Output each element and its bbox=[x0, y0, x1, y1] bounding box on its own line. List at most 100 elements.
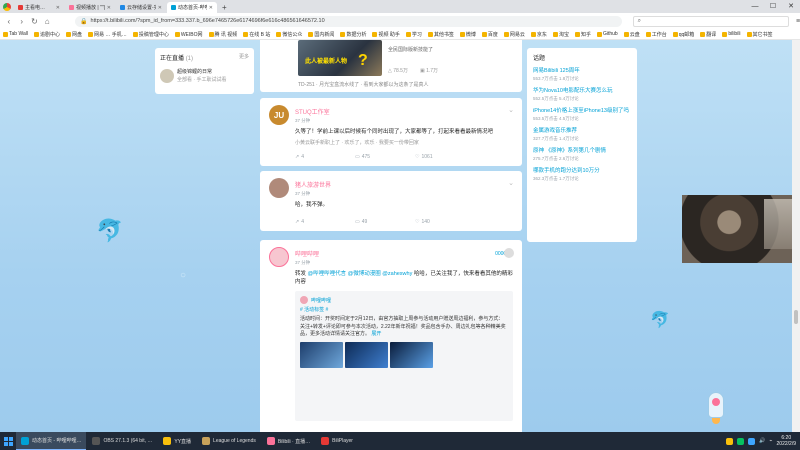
bookmark-item[interactable]: 投稿管理中心 bbox=[132, 31, 169, 38]
bookmark-item[interactable]: qq邮箱 bbox=[672, 31, 694, 38]
taskbar-app[interactable]: Bilibili · 直播… bbox=[262, 432, 315, 450]
bookmark-item[interactable]: 云盘 bbox=[623, 31, 640, 38]
menu-icon[interactable]: ≡ bbox=[796, 18, 800, 25]
tray-app-icon[interactable] bbox=[748, 437, 756, 445]
avatar[interactable] bbox=[269, 178, 289, 198]
new-tab-button[interactable]: + bbox=[218, 2, 231, 13]
bookmark-item[interactable]: 追剧中心 bbox=[34, 31, 60, 38]
taskbar-app[interactable]: BiliPlayer bbox=[316, 432, 358, 450]
bookmark-item[interactable]: 知乎 bbox=[574, 31, 591, 38]
close-window-button[interactable]: ✕ bbox=[782, 0, 800, 13]
bookmark-item[interactable]: Github bbox=[596, 31, 618, 37]
bookmark-item[interactable]: Tab Wall bbox=[3, 31, 28, 37]
share-button[interactable]: ↗ 4 bbox=[295, 154, 355, 160]
bookmark-item[interactable]: 工作台 bbox=[645, 31, 667, 38]
topic-item[interactable]: iPhone14价格上涨至iPhone13级别了吗 553.5万点击 4.5万讨论 bbox=[533, 108, 631, 122]
bookmark-item[interactable]: 其它书签 bbox=[746, 31, 773, 38]
author-name[interactable]: 哔哩哔哩 bbox=[295, 249, 319, 258]
topic-item[interactable]: 网易Bilibili 125周年 553.7万点击 1.8万讨论 bbox=[533, 68, 631, 82]
bookmark-item[interactable]: 国内新闻 bbox=[308, 31, 334, 38]
bookmark-item[interactable]: 京东 bbox=[530, 31, 547, 38]
back-icon[interactable]: ‹ bbox=[4, 17, 14, 26]
gallery-image[interactable] bbox=[390, 341, 433, 368]
bookmark-item[interactable]: 学习 bbox=[405, 31, 422, 38]
bookmark-item[interactable]: 百度 bbox=[481, 31, 498, 38]
like-button[interactable]: ♡ 140 bbox=[415, 219, 475, 225]
bookmark-item[interactable]: WEIBO网 bbox=[174, 31, 203, 38]
start-button[interactable] bbox=[0, 432, 16, 450]
thumbnail-caption: 此人被最新人物 bbox=[305, 59, 348, 65]
like-button[interactable]: ♡ 1061 bbox=[415, 154, 475, 160]
bookmark-item[interactable]: 网盘 bbox=[66, 31, 82, 38]
share-button[interactable]: ↗ 4 bbox=[295, 219, 355, 225]
toolbar-search-input[interactable]: ⌕ bbox=[632, 15, 789, 27]
live-item[interactable]: 超级锦鲤的日常 全部看 · 手工耿试试看 bbox=[160, 68, 249, 83]
reload-icon[interactable]: ↻ bbox=[30, 17, 40, 26]
topic-item[interactable]: 原神 《原神》系列第几个剧情 275.7万点击 2.6万讨论 bbox=[533, 148, 631, 162]
back-to-top-rocket-icon[interactable] bbox=[700, 390, 732, 424]
page-scrollbar[interactable] bbox=[792, 40, 800, 432]
repost-author[interactable]: 哔哩哔哩 bbox=[311, 297, 331, 304]
browser-tab[interactable]: 主看电… ✕ bbox=[14, 2, 64, 13]
more-options-icon[interactable]: ⌄ bbox=[508, 106, 514, 114]
bookmark-icon bbox=[746, 31, 752, 37]
gallery-image[interactable] bbox=[345, 341, 388, 368]
bookmark-item[interactable]: 其他书签 bbox=[427, 31, 454, 38]
reposted-content[interactable]: 哔哩哔哩 # 活动标签 # 活动时间：开奖时间定于2月12日，由官方抽取上周参与… bbox=[295, 291, 513, 421]
author-name[interactable]: 猪人旅游世界 bbox=[295, 180, 331, 189]
close-tab-icon[interactable]: ✕ bbox=[56, 5, 60, 11]
home-icon[interactable]: ⌂ bbox=[42, 17, 52, 26]
bookmark-item[interactable]: 视频 助手 bbox=[372, 31, 400, 38]
taskbar-app[interactable]: OBS 27.1.3 (64 bit, … bbox=[87, 432, 157, 450]
topic-item[interactable]: 华为Nova10电影配乐大赛怎么玩 552.5万点击 5.4万讨论 bbox=[533, 88, 631, 102]
volume-icon[interactable]: 🔊 bbox=[759, 438, 765, 444]
bookmark-item[interactable]: 数据分析 bbox=[340, 31, 366, 38]
feed-card: JU STUQ工作室 37 分钟 ⌄ 久等了！学前上课以后时候有个同时出现了，大… bbox=[260, 98, 522, 166]
tab-favicon bbox=[69, 5, 74, 10]
video-description[interactable]: 全民国际版新技能了 bbox=[388, 46, 433, 53]
expand-link[interactable]: 展开 bbox=[371, 331, 381, 337]
forward-icon[interactable]: › bbox=[17, 17, 27, 26]
minimize-button[interactable]: — bbox=[746, 0, 764, 13]
bookmark-item[interactable]: 淘宝 bbox=[552, 31, 569, 38]
live-more-link[interactable]: 更多 bbox=[239, 53, 249, 62]
topic-item[interactable]: 金属游戏音乐推荐 327.7万点击 1.4万讨论 bbox=[533, 128, 631, 142]
mention-link[interactable]: @哔哩哔哩代言 bbox=[308, 271, 347, 277]
address-bar[interactable]: 🔒 https://t.bilibili.com/?spm_id_from=33… bbox=[75, 15, 622, 27]
taskbar-app[interactable]: 动态首页 - 哔哩哔哩… bbox=[16, 432, 87, 450]
bookmark-item[interactable]: 网易 … 手机… bbox=[88, 31, 127, 38]
close-tab-icon[interactable]: ✕ bbox=[209, 5, 213, 11]
more-options-icon[interactable]: ⌄ bbox=[508, 179, 514, 187]
browser-tab[interactable]: 云存储设置-实时打印_自动…✕ bbox=[116, 2, 166, 13]
author-name[interactable]: STUQ工作室 bbox=[295, 107, 330, 116]
taskbar-app[interactable]: League of Legends bbox=[197, 432, 261, 450]
mention-link[interactable]: @微博动漫圈 bbox=[348, 271, 381, 277]
maximize-button[interactable]: ☐ bbox=[764, 0, 782, 13]
bookmark-item[interactable]: 网易云 bbox=[503, 31, 525, 38]
bookmark-item[interactable]: 在线 B 站 bbox=[243, 31, 270, 38]
comment-button[interactable]: ▭ 475 bbox=[355, 154, 415, 160]
gallery-image[interactable] bbox=[300, 341, 343, 368]
tray-app-icon[interactable] bbox=[726, 437, 734, 445]
bookmark-item[interactable]: bilibili bbox=[722, 31, 741, 37]
clock[interactable]: 6:20 2022/2/9 bbox=[777, 435, 796, 447]
network-icon[interactable]: ⌁ bbox=[770, 438, 773, 444]
topic-tag[interactable]: # 活动标签 # bbox=[300, 306, 508, 313]
bookmark-item[interactable]: 腾 讯 视频 bbox=[208, 31, 237, 38]
browser-tab[interactable]: 视频播放 | ""(小) 手机…✕ bbox=[65, 2, 115, 13]
avatar[interactable] bbox=[269, 247, 289, 267]
taskbar-app[interactable]: YY直播 bbox=[158, 432, 196, 450]
bookmark-item[interactable]: 微信公众 bbox=[276, 31, 302, 38]
topic-item[interactable]: 哪款手机的跑分达到10万分 362.3万点击 1.7万讨论 bbox=[533, 168, 631, 182]
avatar[interactable]: JU bbox=[269, 105, 289, 125]
close-tab-icon[interactable]: ✕ bbox=[158, 5, 162, 11]
thumbnail-question-mark: ? bbox=[358, 52, 368, 69]
mention-link[interactable]: @zaheswhy bbox=[382, 271, 412, 277]
bookmark-item[interactable]: 微博 bbox=[459, 31, 476, 38]
bookmark-item[interactable]: 翻译 bbox=[700, 31, 716, 38]
bookmark-icon bbox=[530, 31, 536, 37]
tray-app-icon[interactable] bbox=[737, 437, 745, 445]
browser-tab[interactable]: 动态首页-哔哩哔哩✕ bbox=[167, 2, 217, 13]
comment-button[interactable]: ▭ 49 bbox=[355, 219, 415, 225]
close-tab-icon[interactable]: ✕ bbox=[107, 5, 111, 11]
